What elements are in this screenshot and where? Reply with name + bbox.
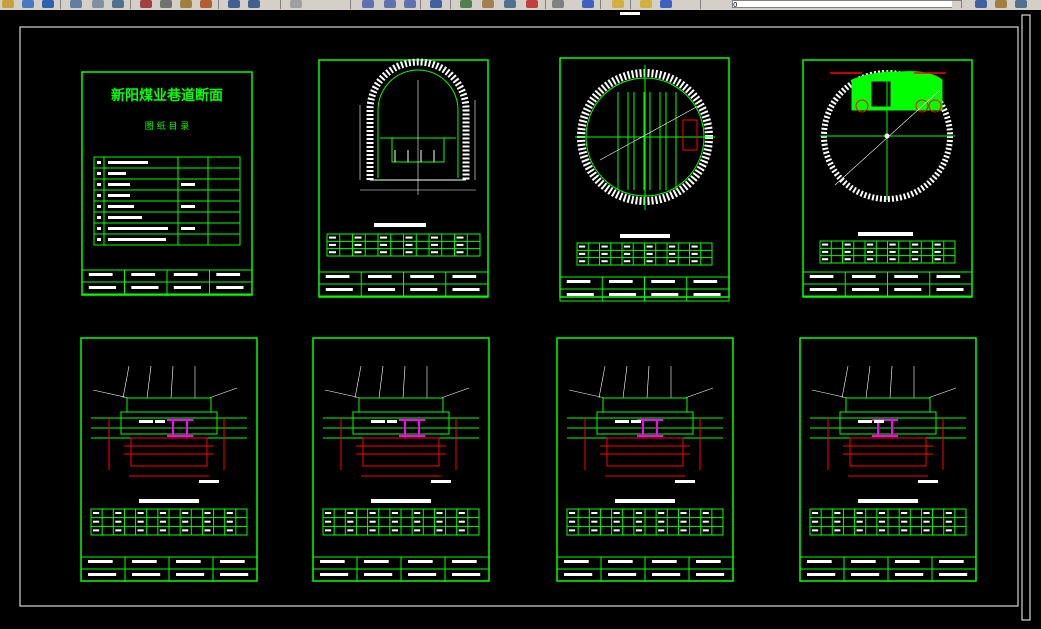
redo-icon[interactable] bbox=[248, 0, 260, 8]
tool-palettes-icon[interactable] bbox=[482, 0, 494, 8]
color-icon[interactable] bbox=[660, 0, 672, 8]
sheet-subtitle: 图 纸 目 录 bbox=[145, 120, 190, 132]
zoom-window-icon[interactable] bbox=[384, 0, 396, 8]
open-icon[interactable] bbox=[22, 0, 34, 8]
copy-icon[interactable] bbox=[160, 0, 172, 8]
model-space-border bbox=[19, 26, 1019, 607]
sheet-set-icon[interactable] bbox=[504, 0, 516, 8]
undo-icon[interactable] bbox=[228, 0, 240, 8]
toolbar-separator bbox=[218, 0, 219, 9]
design-center-icon[interactable] bbox=[460, 0, 472, 8]
sheet-arch-section bbox=[318, 58, 489, 298]
toolbar-separator bbox=[545, 0, 546, 9]
zoom-previous-icon[interactable] bbox=[404, 0, 416, 8]
properties-icon[interactable] bbox=[430, 0, 442, 8]
layer-previous-icon[interactable] bbox=[995, 0, 1007, 8]
toolbar-separator bbox=[450, 0, 451, 9]
sheet-rect-section-3 bbox=[556, 337, 734, 582]
preview-icon[interactable] bbox=[92, 0, 104, 8]
publish-icon[interactable] bbox=[112, 0, 124, 8]
toolbar-separator bbox=[420, 0, 421, 9]
sheet-rect-section-1 bbox=[80, 337, 258, 582]
sheet-rect-section-4 bbox=[799, 337, 977, 582]
sheet-title: 新阳煤业巷道断面 bbox=[111, 87, 223, 104]
new-icon[interactable] bbox=[2, 0, 14, 8]
calculator-icon[interactable] bbox=[552, 0, 564, 8]
layer-properties-icon[interactable] bbox=[975, 0, 987, 8]
chevron-down-icon[interactable] bbox=[952, 1, 961, 8]
toolbar-separator bbox=[630, 0, 631, 9]
layer-state-icon[interactable] bbox=[640, 0, 652, 8]
toolbar-separator bbox=[600, 0, 601, 9]
toolbar-separator bbox=[280, 0, 281, 9]
sheet-circular-shaft bbox=[559, 12, 730, 302]
headframe-fill bbox=[851, 71, 943, 111]
sheet-index: 新阳煤业巷道断面图 纸 目 录 bbox=[81, 71, 253, 296]
pan-icon[interactable] bbox=[290, 0, 302, 8]
drawing-canvas[interactable]: 新阳煤业巷道断面图 纸 目 录 bbox=[0, 10, 1041, 629]
markup-icon[interactable] bbox=[526, 0, 538, 8]
layer-dropdown[interactable]: 0 bbox=[732, 0, 962, 9]
zoom-realtime-icon[interactable] bbox=[362, 0, 374, 8]
layer-isolate-icon[interactable] bbox=[1015, 0, 1027, 8]
toolbar-separator bbox=[700, 0, 701, 9]
toolbar-separator bbox=[350, 0, 351, 9]
paste-icon[interactable] bbox=[180, 0, 192, 8]
print-icon[interactable] bbox=[70, 0, 82, 8]
toolbar-separator bbox=[130, 0, 131, 9]
model-space[interactable]: 新阳煤业巷道断面图 纸 目 录 bbox=[0, 10, 1041, 629]
vertical-scrollbar bbox=[1021, 14, 1031, 621]
match-properties-icon[interactable] bbox=[200, 0, 212, 8]
layer-dropdown-value: 0 bbox=[733, 1, 738, 9]
save-icon[interactable] bbox=[42, 0, 54, 8]
sheet-rect-section-2 bbox=[312, 337, 490, 582]
sheet-circular-shaft-top bbox=[802, 59, 973, 298]
layer-icon[interactable] bbox=[612, 0, 624, 8]
cut-icon[interactable] bbox=[140, 0, 152, 8]
toolbar-separator bbox=[60, 0, 61, 9]
help-icon[interactable] bbox=[582, 0, 594, 8]
